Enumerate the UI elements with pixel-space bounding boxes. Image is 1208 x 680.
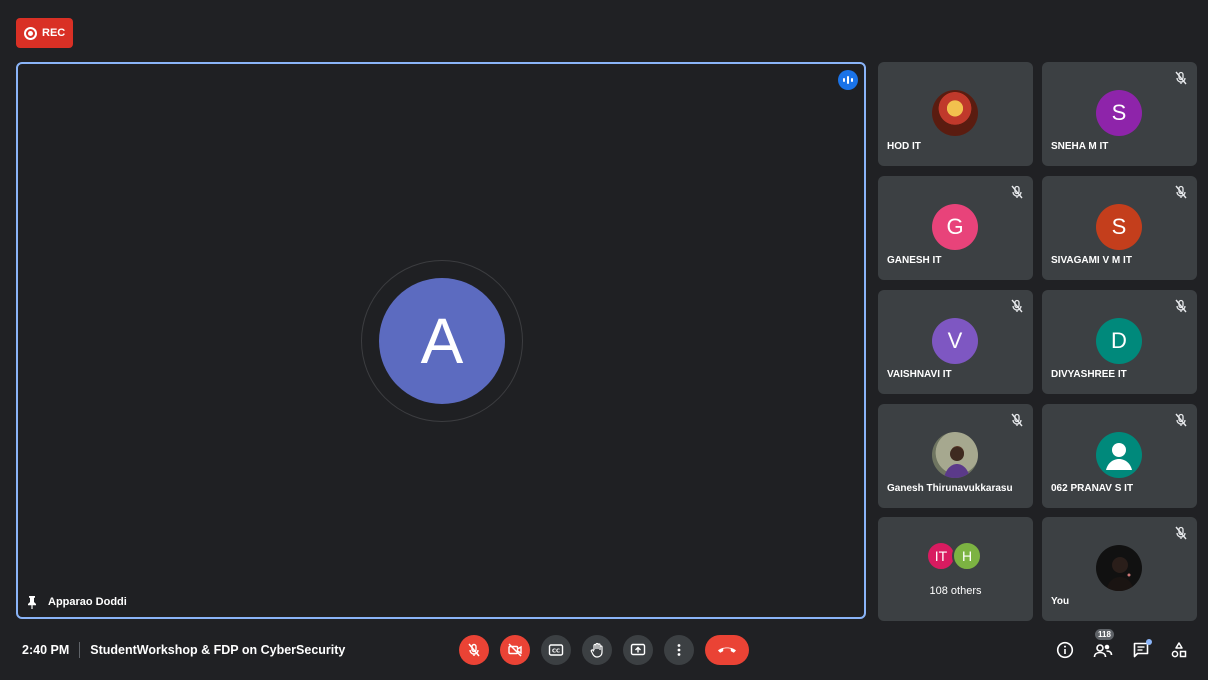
participant-name: HOD IT [887, 141, 921, 152]
participant-name: VAISHNAVI IT [887, 369, 952, 380]
participant-avatar: G [932, 204, 978, 250]
chat-notification-dot [1146, 639, 1152, 645]
others-tile[interactable]: IT H 108 others [878, 517, 1033, 621]
participant-avatar: D [1096, 318, 1142, 364]
divider [79, 642, 81, 658]
more-options-button[interactable] [664, 635, 694, 665]
participant-tile[interactable]: V VAISHNAVI IT [878, 290, 1033, 394]
meeting-info: 2:40 PM StudentWorkshop & FDP on CyberSe… [22, 642, 345, 658]
participant-tile[interactable]: Ganesh Thirunavukkarasu [878, 404, 1033, 508]
participant-avatar: S [1096, 90, 1142, 136]
main-speaker-nameplate: Apparao Doddi [26, 595, 127, 609]
participant-tile[interactable]: G GANESH IT [878, 176, 1033, 280]
camera-off-icon [507, 642, 523, 658]
info-icon [1056, 641, 1074, 659]
mic-off-icon [1173, 298, 1189, 314]
participant-name: Ganesh Thirunavukkarasu [887, 483, 1013, 494]
participant-name: You [1051, 596, 1070, 607]
main-speaker-tile[interactable]: A Apparao Doddi [16, 62, 866, 619]
hang-up-icon [717, 644, 737, 656]
participant-photo-avatar [932, 432, 978, 478]
speaking-indicator-icon [838, 70, 858, 90]
participant-photo-avatar [1096, 545, 1142, 591]
others-avatar-stack: IT H [926, 541, 982, 571]
captions-button[interactable]: CC [541, 635, 571, 665]
mic-toggle-button[interactable] [459, 635, 489, 665]
call-controls: CC [459, 635, 749, 665]
mic-off-icon [1173, 70, 1189, 86]
mic-off-icon [1173, 412, 1189, 428]
present-screen-button[interactable] [623, 635, 653, 665]
mic-off-icon [1009, 298, 1025, 314]
raise-hand-button[interactable] [582, 635, 612, 665]
mic-off-icon [1009, 184, 1025, 200]
participant-photo-avatar [932, 90, 978, 136]
leave-call-button[interactable] [705, 635, 749, 665]
participant-name: SNEHA M IT [1051, 141, 1109, 152]
participant-avatar: V [932, 318, 978, 364]
others-avatar: H [952, 541, 982, 571]
participant-name: DIVYASHREE IT [1051, 369, 1127, 380]
current-time: 2:40 PM [22, 643, 70, 657]
participant-tile[interactable]: S SIVAGAMI V M IT [1042, 176, 1197, 280]
participant-avatar: S [1096, 204, 1142, 250]
meeting-side-actions: 118 [1053, 629, 1191, 662]
activities-icon [1170, 641, 1188, 659]
pin-icon[interactable] [26, 595, 38, 609]
recording-badge: REC [16, 18, 73, 48]
svg-text:CC: CC [552, 649, 560, 655]
more-options-icon [671, 642, 687, 658]
mic-off-icon [466, 642, 482, 658]
others-count-label: 108 others [929, 585, 982, 597]
participant-tile[interactable]: HOD IT [878, 62, 1033, 166]
people-button[interactable]: 118 [1091, 629, 1115, 662]
mic-off-icon [1173, 184, 1189, 200]
main-speaker-name: Apparao Doddi [48, 596, 127, 608]
participant-name: GANESH IT [887, 255, 942, 266]
meeting-details-button[interactable] [1053, 638, 1077, 662]
camera-toggle-button[interactable] [500, 635, 530, 665]
chat-button[interactable] [1129, 638, 1153, 662]
participant-tile[interactable]: 062 PRANAV S IT [1042, 404, 1197, 508]
self-tile[interactable]: You [1042, 517, 1197, 621]
record-icon [24, 26, 37, 40]
participant-name: 062 PRANAV S IT [1051, 483, 1134, 494]
recording-label: REC [42, 27, 66, 39]
participant-tile[interactable]: D DIVYASHREE IT [1042, 290, 1197, 394]
main-speaker-avatar: A [379, 278, 505, 404]
activities-button[interactable] [1167, 638, 1191, 662]
captions-icon: CC [548, 642, 564, 658]
meeting-title: StudentWorkshop & FDP on CyberSecurity [90, 643, 346, 657]
people-icon [1093, 641, 1113, 659]
default-person-icon [1096, 432, 1142, 478]
bottom-toolbar: 2:40 PM StudentWorkshop & FDP on CyberSe… [0, 628, 1208, 672]
mic-off-icon [1009, 412, 1025, 428]
people-count-badge: 118 [1095, 629, 1114, 640]
raise-hand-icon [589, 642, 605, 658]
participant-name: SIVAGAMI V M IT [1051, 255, 1132, 266]
present-icon [630, 642, 646, 658]
mic-off-icon [1173, 525, 1189, 541]
participant-tile[interactable]: S SNEHA M IT [1042, 62, 1197, 166]
